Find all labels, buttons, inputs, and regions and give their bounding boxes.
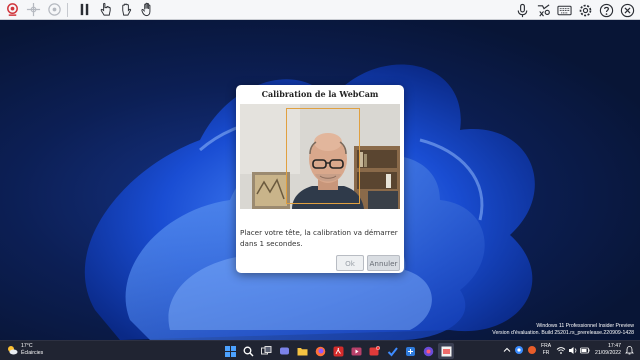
battery-icon[interactable]	[580, 346, 590, 355]
firefox-icon[interactable]	[312, 343, 328, 359]
clock[interactable]: 17:47 21/09/2022	[595, 343, 621, 357]
acrobat-icon[interactable]	[330, 343, 346, 359]
clock-date: 21/09/2022	[595, 350, 621, 356]
help-icon[interactable]	[597, 1, 615, 19]
gear-icon[interactable]	[576, 1, 594, 19]
face-detection-frame	[286, 108, 360, 204]
weather-condition: Éclaircies	[21, 350, 44, 356]
file-explorer-icon[interactable]	[294, 343, 310, 359]
accessibility-icon[interactable]	[534, 1, 552, 19]
dialog-message: Placer votre tête, la calibration va dém…	[240, 228, 398, 248]
toolbar-divider	[67, 2, 68, 17]
microphone-icon[interactable]	[513, 1, 531, 19]
hand-pointer-icon[interactable]	[96, 1, 114, 19]
wifi-icon[interactable]	[556, 346, 566, 355]
watermark-edition: Windows 11 Professionnel Insider Preview	[536, 323, 634, 329]
sun-cloud-icon	[8, 346, 18, 355]
tray-app-icon-2[interactable]	[527, 345, 537, 355]
pause-icon[interactable]	[75, 1, 93, 19]
watermark-build: Version d'évaluation. Build 25201.rs_pre…	[492, 330, 634, 336]
search-icon[interactable]	[240, 343, 256, 359]
taskbar: 17°C Éclaircies FRA FR 17:47 21/09/2022	[0, 340, 640, 360]
hand-grab-icon[interactable]	[117, 1, 135, 19]
start-icon[interactable]	[222, 343, 238, 359]
control-toolbar	[0, 0, 640, 20]
weather-widget[interactable]: 17°C Éclaircies	[6, 343, 43, 357]
taskbar-apps	[222, 343, 456, 359]
weather-temp: 17°C	[21, 343, 33, 349]
clock-time: 17:47	[608, 343, 621, 349]
language-indicator[interactable]: FRA FR	[541, 343, 551, 357]
cancel-button[interactable]: Annuler	[367, 255, 400, 271]
app-icon-purple[interactable]	[420, 343, 436, 359]
volume-icon[interactable]	[568, 346, 578, 355]
crosshair-icon[interactable]	[24, 1, 42, 19]
app-icon-active[interactable]	[438, 343, 454, 359]
notification-bell-icon[interactable]	[625, 345, 634, 355]
webcam-preview	[240, 104, 400, 209]
keyboard-layout: FR	[542, 350, 550, 356]
todo-icon[interactable]	[384, 343, 400, 359]
app-icon-blue[interactable]	[402, 343, 418, 359]
chevron-up-icon[interactable]	[503, 346, 511, 354]
dialog-title: Calibration de la WebCam	[261, 89, 379, 99]
system-tray: FRA FR 17:47 21/09/2022	[503, 343, 634, 357]
calibration-dialog: Calibration de la WebCam Placer votre tê…	[236, 85, 404, 273]
close-icon[interactable]	[618, 1, 636, 19]
hand-open-icon[interactable]	[138, 1, 156, 19]
ok-button[interactable]: Ok	[336, 255, 364, 271]
language-code: FRA	[541, 343, 552, 349]
webcam-icon[interactable]	[3, 1, 21, 19]
windows-watermark: Windows 11 Professionnel Insider Preview…	[492, 323, 634, 337]
notification-app-icon[interactable]	[366, 343, 382, 359]
gaze-icon[interactable]	[45, 1, 63, 19]
media-icon[interactable]	[348, 343, 364, 359]
task-view-icon[interactable]	[258, 343, 274, 359]
keyboard-icon[interactable]	[555, 1, 573, 19]
chat-icon[interactable]	[276, 343, 292, 359]
tray-app-icon[interactable]	[514, 345, 524, 355]
